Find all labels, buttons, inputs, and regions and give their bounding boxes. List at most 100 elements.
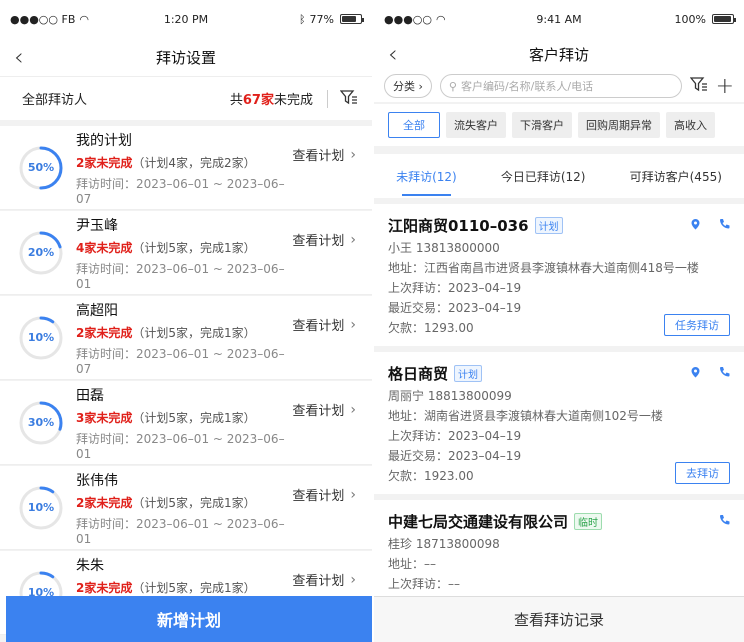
segment-chips: 全部 流失客户 下滑客户 回购周期异常 高收入 xyxy=(374,104,744,146)
carrier-label: ●●●○○ FB xyxy=(10,12,76,26)
plan-status: 3家未完成（计划5家，完成1家） xyxy=(76,409,292,426)
visit-settings-screen: ●●●○○ FB ◠ 1:20 PM ᛒ 77% ‹ 拜访设置 全部拜访人 共67家… xyxy=(0,0,372,642)
pending-count: 67家 xyxy=(242,93,274,108)
filter-icon[interactable] xyxy=(339,89,358,109)
summary-bar: 全部拜访人 共67家未完成 xyxy=(0,76,372,120)
chevron-right-icon: › xyxy=(350,146,356,163)
visitor-name: 田磊 xyxy=(76,387,104,404)
plan-row[interactable]: 50% 我的计划 2家未完成（计划4家，完成2家） 拜访时间：2023–06–0… xyxy=(0,126,372,210)
contact: 周丽宁 18813800099 xyxy=(388,389,512,403)
search-placeholder: 客户编码/名称/联系人/电话 xyxy=(460,80,594,93)
plan-row[interactable]: 20% 尹玉峰 4家未完成（计划5家，完成1家） 拜访时间：2023–06–01… xyxy=(0,211,372,295)
visit-action-button[interactable]: 去拜访 xyxy=(675,462,730,484)
divider xyxy=(327,89,328,108)
tab[interactable]: 可拜访客户(455) xyxy=(630,154,722,198)
filter-chip[interactable]: 高收入 xyxy=(666,112,715,138)
phone-icon[interactable] xyxy=(719,218,730,233)
all-visitors-label[interactable]: 全部拜访人 xyxy=(22,89,230,108)
plan-row[interactable]: 10% 高超阳 2家未完成（计划5家，完成1家） 拜访时间：2023–06–01… xyxy=(0,296,372,380)
plan-detail: （计划4家，完成2家） xyxy=(132,155,256,170)
chevron-right-icon: › xyxy=(350,231,356,248)
customer-card[interactable]: 江阳商贸0110–036 计划 小王 13813800000 地址：江西省南昌市… xyxy=(374,204,744,346)
pending-label: 2家未完成 xyxy=(76,155,133,170)
filter-icon[interactable] xyxy=(689,76,708,97)
visit-action-button[interactable]: 任务拜访 xyxy=(664,314,730,336)
visit-time: 拜访时间：2023–06–01 ~ 2023–06–01 xyxy=(76,516,285,546)
pending-label: 4家未完成 xyxy=(76,240,133,255)
tab[interactable]: 今日已拜访(12) xyxy=(501,154,586,198)
plan-info: 高超阳 2家未完成（计划5家，完成1家） 拜访时间：2023–06–01 ~ 2… xyxy=(76,300,292,376)
visit-time: 拜访时间：2023–06–01 ~ 2023–06–07 xyxy=(76,176,285,206)
filter-chip[interactable]: 回购周期异常 xyxy=(578,112,660,138)
progress-percent: 10% xyxy=(27,331,55,344)
customer-card[interactable]: 格日商贸 计划 周丽宁 18813800099 地址：湖南省进贤县李渡镇林春大道… xyxy=(374,352,744,494)
plan-info: 张伟伟 2家未完成（计划5家，完成1家） 拜访时间：2023–06–01 ~ 2… xyxy=(76,470,292,546)
view-plan-link[interactable]: 查看计划 › xyxy=(292,400,372,420)
back-icon[interactable]: ‹ xyxy=(388,38,398,70)
customer-name: 江阳商贸0110–036 xyxy=(388,216,529,235)
location-icon[interactable] xyxy=(690,366,701,381)
visitor-name: 朱朱 xyxy=(76,557,104,574)
chevron-right-icon: › xyxy=(350,571,356,588)
nav-bar: ‹ 客户拜访 xyxy=(374,38,744,70)
plan-detail: （计划5家，完成1家） xyxy=(132,410,256,425)
visit-time: 拜访时间：2023–06–01 ~ 2023–06–01 xyxy=(76,431,285,461)
plan-info: 我的计划 2家未完成（计划4家，完成2家） 拜访时间：2023–06–01 ~ … xyxy=(76,130,292,206)
view-plan-link[interactable]: 查看计划 › xyxy=(292,570,372,590)
battery-percent: 77% xyxy=(309,12,334,26)
search-icon: ⚲ xyxy=(448,79,457,93)
status-bar: ●●●○○ ◠ 9:41 AM 100% xyxy=(374,0,744,38)
view-plan-link[interactable]: 查看计划 › xyxy=(292,485,372,505)
progress-ring: 10% xyxy=(18,315,64,361)
back-icon[interactable]: ‹ xyxy=(14,38,24,76)
progress-percent: 20% xyxy=(27,246,55,259)
pending-summary: 共67家未完成 xyxy=(229,93,313,108)
pending-label: 2家未完成 xyxy=(76,580,133,595)
customer-tag: 临时 xyxy=(574,512,603,530)
visit-tabs: 未拜访(12) 今日已拜访(12) 可拜访客户(455) xyxy=(374,154,744,198)
visitor-name: 尹玉峰 xyxy=(76,217,118,234)
view-visit-records-button[interactable]: 查看拜访记录 xyxy=(374,596,744,642)
visit-time: 拜访时间：2023–06–01 ~ 2023–06–01 xyxy=(76,261,285,291)
wifi-icon: ◠ xyxy=(436,12,446,26)
last-visit: 上次拜访：2023–04–19 xyxy=(388,429,522,443)
visitor-name: 高超阳 xyxy=(76,302,118,319)
progress-percent: 10% xyxy=(27,501,55,514)
phone-icon[interactable] xyxy=(719,366,730,381)
wifi-icon: ◠ xyxy=(79,12,89,26)
view-plan-link[interactable]: 查看计划 › xyxy=(292,230,372,250)
view-plan-link[interactable]: 查看计划 › xyxy=(292,145,372,165)
plan-detail: （计划5家，完成1家） xyxy=(132,495,256,510)
tab[interactable]: 未拜访(12) xyxy=(396,154,457,198)
add-icon[interactable]: + xyxy=(716,74,734,99)
plan-status: 2家未完成（计划4家，完成2家） xyxy=(76,154,292,171)
location-icon[interactable] xyxy=(690,218,701,233)
carrier-label: ●●●○○ xyxy=(384,12,432,26)
address: 地址：湖南省进贤县李渡镇林春大道南侧102号一楼 xyxy=(388,409,663,423)
plan-list: 50% 我的计划 2家未完成（计划4家，完成2家） 拜访时间：2023–06–0… xyxy=(0,126,372,635)
address: 地址：–– xyxy=(388,557,437,571)
add-plan-button[interactable]: 新增计划 xyxy=(6,596,372,642)
customer-visit-screen: ●●●○○ ◠ 9:41 AM 100% ‹ 客户拜访 分类 › ⚲ 客户编码/名称… xyxy=(374,0,744,642)
progress-ring: 20% xyxy=(18,230,64,276)
phone-icon[interactable] xyxy=(719,514,730,529)
plan-row[interactable]: 30% 田磊 3家未完成（计划5家，完成1家） 拜访时间：2023–06–01 … xyxy=(0,381,372,465)
chevron-right-icon: › xyxy=(350,486,356,503)
customer-list: 江阳商贸0110–036 计划 小王 13813800000 地址：江西省南昌市… xyxy=(374,204,744,622)
page-title: 客户拜访 xyxy=(528,45,589,64)
filter-chip[interactable]: 全部 xyxy=(388,112,440,138)
plan-row[interactable]: 10% 张伟伟 2家未完成（计划5家，完成1家） 拜访时间：2023–06–01… xyxy=(0,466,372,550)
category-button[interactable]: 分类 › xyxy=(384,74,432,98)
search-input[interactable]: ⚲ 客户编码/名称/联系人/电话 xyxy=(439,74,682,98)
battery-percent: 100% xyxy=(674,12,706,26)
visitor-name: 我的计划 xyxy=(76,132,132,149)
plan-info: 尹玉峰 4家未完成（计划5家，完成1家） 拜访时间：2023–06–01 ~ 2… xyxy=(76,215,292,291)
view-plan-link[interactable]: 查看计划 › xyxy=(292,315,372,335)
progress-ring: 50% xyxy=(18,145,64,191)
progress-percent: 30% xyxy=(27,416,55,429)
progress-ring: 10% xyxy=(18,485,64,531)
customer-name: 中建七局交通建设有限公司 xyxy=(388,512,569,531)
contact: 小王 13813800000 xyxy=(388,241,500,255)
filter-chip[interactable]: 流失客户 xyxy=(446,112,506,138)
filter-chip[interactable]: 下滑客户 xyxy=(512,112,572,138)
